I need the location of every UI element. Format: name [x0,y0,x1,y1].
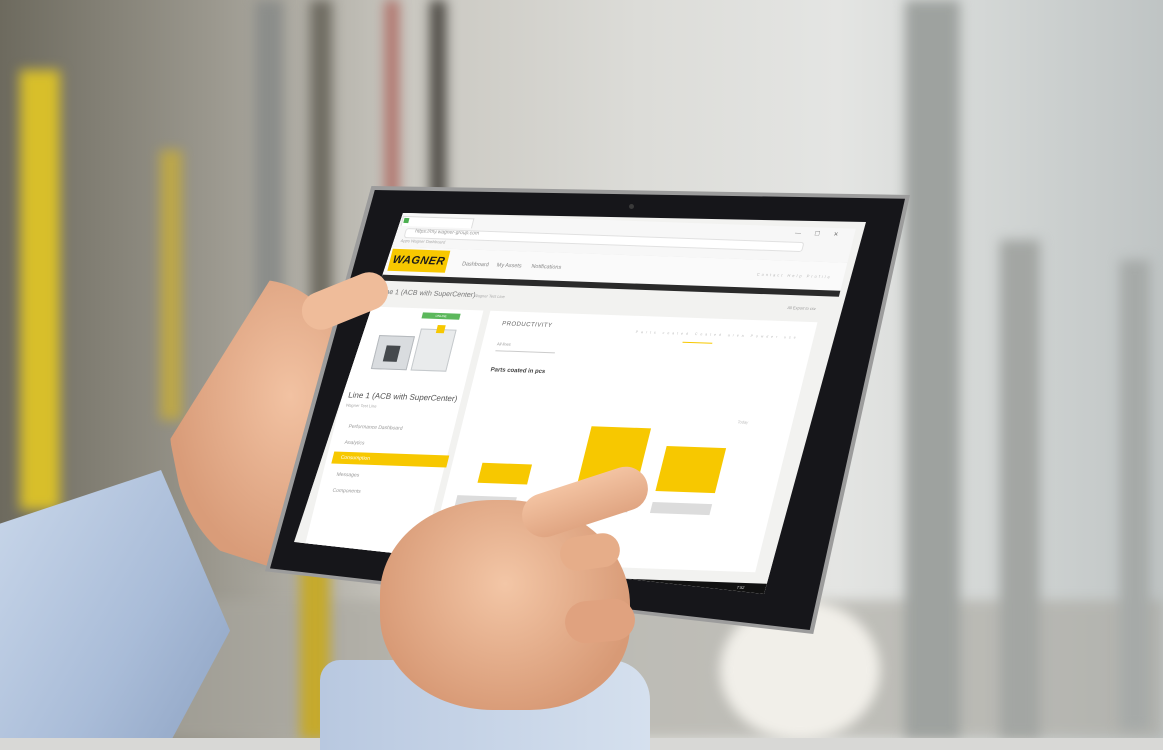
wagner-logo[interactable]: WAGNER [387,248,451,273]
camera-icon [629,204,634,209]
nav-dashboard[interactable]: Dashboard [461,261,489,268]
page-title: Line 1 (ACB with SuperCenter) [379,288,477,300]
nav-notifications[interactable]: Notifications [531,264,562,271]
line-select[interactable]: All lines [495,341,558,354]
asset-subtitle: Wagner Test Line [345,402,378,409]
chart-bar-1[interactable] [477,462,533,485]
background-railing [1000,240,1040,738]
background-yellow-pole [160,150,182,420]
chart-bar-3[interactable] [655,446,727,494]
page-subtitle: Wagner Test Line [473,293,506,300]
machine-booth [410,328,457,372]
background-pipe [310,0,332,330]
export-control[interactable]: All Export to csv [787,305,817,311]
background-yellow-pole [20,70,60,510]
category-label-3 [649,502,713,516]
background-railing [1120,260,1150,730]
chart-legend[interactable]: Today [737,419,749,424]
background-pillar [905,0,960,738]
status-badge: ONLINE [421,312,461,320]
machine-image [369,323,462,381]
nav-my-assets[interactable]: My Assets [496,263,522,270]
